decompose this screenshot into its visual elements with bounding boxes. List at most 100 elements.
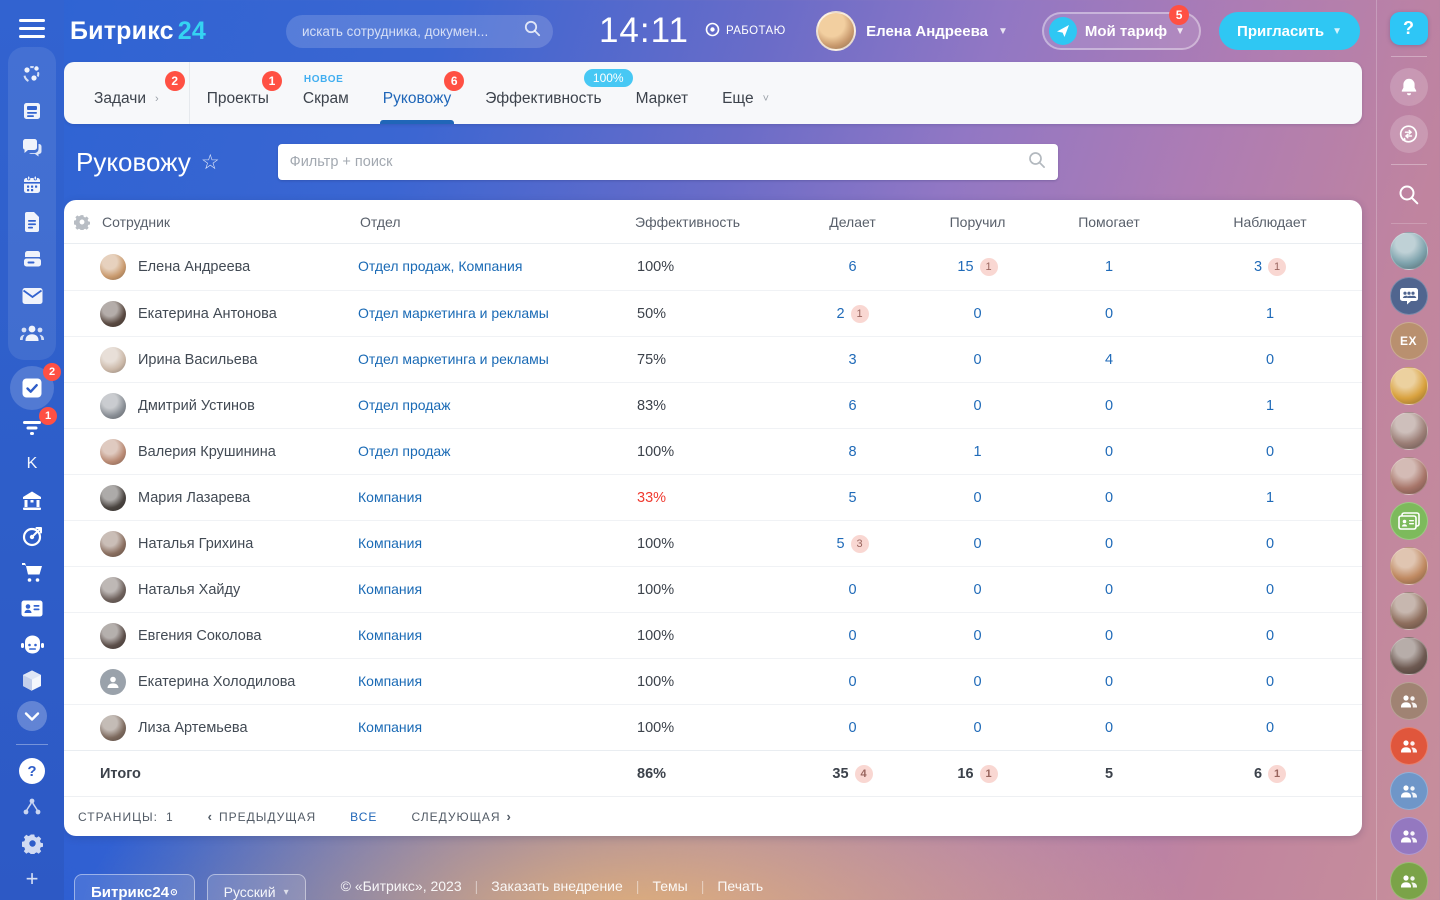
helps-cell[interactable]: 0 (1040, 306, 1178, 322)
sidebar-item-live-feed[interactable] (14, 57, 50, 91)
department-link[interactable]: Отдел продаж (358, 443, 451, 459)
footer-link-print[interactable]: Печать (704, 878, 776, 894)
footer-link-implementation[interactable]: Заказать внедрение (478, 878, 636, 894)
table-row[interactable]: Екатерина Холодилова Компания 100% 0 0 0… (64, 658, 1362, 704)
department-link[interactable]: Компания (358, 489, 422, 505)
table-settings-gear-icon[interactable] (64, 214, 100, 230)
sidebar-item-apps-cube[interactable] (14, 662, 50, 698)
sidebar-item-tasks[interactable]: 2 (10, 366, 54, 410)
sidebar-item-add[interactable]: + (14, 861, 50, 897)
watches-cell[interactable]: 0 (1178, 444, 1362, 460)
helps-cell[interactable]: 0 (1040, 582, 1178, 598)
col-header-helps[interactable]: Помогает (1040, 214, 1178, 230)
sidebar-item-crm-target[interactable] (14, 518, 50, 554)
rail-group-chat[interactable] (1390, 277, 1428, 315)
logo[interactable]: Битрикс24 (70, 17, 206, 46)
helps-cell[interactable]: 0 (1040, 444, 1178, 460)
menu-icon[interactable] (19, 19, 45, 39)
help-button[interactable]: ? (1390, 12, 1428, 45)
tab-supervise[interactable]: Руковожу6 (366, 62, 468, 124)
does-cell[interactable]: 0 (790, 720, 915, 736)
sidebar-item-k[interactable]: K (14, 446, 50, 482)
sidebar-item-documents[interactable] (14, 205, 50, 239)
helps-cell[interactable]: 0 (1040, 490, 1178, 506)
user-menu[interactable]: Елена Андреева ▼ (816, 11, 1008, 51)
assigned-cell[interactable]: 0 (915, 582, 1040, 598)
sidebar-item-news[interactable] (14, 94, 50, 128)
does-cell[interactable]: 53 (790, 535, 915, 553)
watches-cell[interactable]: 1 (1178, 398, 1362, 414)
tab-tasks[interactable]: Задачи›2 (74, 62, 189, 124)
rail-search-icon[interactable] (1390, 176, 1428, 214)
watches-cell[interactable]: 0 (1178, 628, 1362, 644)
next-page-button[interactable]: СЛЕДУЮЩАЯ› (411, 809, 511, 824)
table-row[interactable]: Мария Лазарева Компания 33% 5 0 0 1 (64, 474, 1362, 520)
tariff-button[interactable]: Мой тариф ▼ 5 (1042, 12, 1201, 50)
work-status[interactable]: РАБОТАЮ (705, 22, 786, 40)
department-link[interactable]: Отдел продаж (358, 397, 451, 413)
messenger-icon[interactable] (1390, 115, 1428, 153)
filter-search-input[interactable] (290, 154, 1028, 170)
watches-cell[interactable]: 0 (1178, 720, 1362, 736)
page-number[interactable]: 1 (166, 810, 174, 824)
department-link[interactable]: Компания (358, 581, 422, 597)
department-link[interactable]: Отдел продаж, Компания (358, 258, 522, 274)
footer-brand-button[interactable]: Битрикс24⊙ (74, 874, 195, 900)
assigned-cell[interactable]: 1 (915, 444, 1040, 460)
rail-extranet[interactable]: EX (1390, 322, 1428, 360)
footer-link-themes[interactable]: Темы (639, 878, 700, 894)
helps-cell[interactable]: 1 (1040, 259, 1178, 275)
rail-chat-purple[interactable] (1390, 817, 1428, 855)
assigned-cell[interactable]: 0 (915, 674, 1040, 690)
table-row[interactable]: Лиза Артемьева Компания 100% 0 0 0 0 (64, 704, 1362, 750)
sidebar-item-more[interactable] (14, 698, 50, 734)
notifications-bell-icon[interactable] (1390, 68, 1428, 106)
rail-avatar-5[interactable] (1390, 547, 1428, 585)
table-row[interactable]: Наталья Хайду Компания 100% 0 0 0 0 (64, 566, 1362, 612)
col-header-assigned[interactable]: Поручил (915, 214, 1040, 230)
watches-cell[interactable]: 31 (1178, 258, 1362, 276)
does-cell[interactable]: 0 (790, 674, 915, 690)
table-row[interactable]: Валерия Крушинина Отдел продаж 100% 8 1 … (64, 428, 1362, 474)
sidebar-item-messenger[interactable] (14, 131, 50, 165)
watches-cell[interactable]: 0 (1178, 582, 1362, 598)
tab-more[interactable]: Еще˅ (705, 62, 786, 124)
rail-avatar-4[interactable] (1390, 457, 1428, 495)
department-link[interactable]: Отдел маркетинга и рекламы (358, 305, 549, 321)
watches-cell[interactable]: 1 (1178, 306, 1362, 322)
tab-efficiency[interactable]: Эффективность100% (468, 62, 618, 124)
rail-chat-red[interactable] (1390, 727, 1428, 765)
tab-market[interactable]: Маркет (619, 62, 706, 124)
col-header-efficiency[interactable]: Эффективность (633, 214, 790, 230)
sidebar-item-shop[interactable] (14, 554, 50, 590)
rail-avatar-1[interactable] (1390, 232, 1428, 270)
rail-contact[interactable] (1390, 502, 1428, 540)
sidebar-item-crm[interactable]: 1 (14, 410, 50, 446)
rail-avatar-7[interactable] (1390, 637, 1428, 675)
assigned-cell[interactable]: 0 (915, 398, 1040, 414)
all-pages-button[interactable]: ВСЕ (350, 810, 377, 824)
does-cell[interactable]: 6 (790, 259, 915, 275)
col-header-does[interactable]: Делает (790, 214, 915, 230)
helps-cell[interactable]: 0 (1040, 720, 1178, 736)
department-link[interactable]: Компания (358, 673, 422, 689)
helps-cell[interactable]: 0 (1040, 628, 1178, 644)
assigned-cell[interactable]: 0 (915, 490, 1040, 506)
language-selector[interactable]: Русский▾ (207, 874, 306, 900)
sidebar-item-market[interactable] (14, 482, 50, 518)
prev-page-button[interactable]: ‹ПРЕДЫДУЩАЯ (208, 809, 317, 824)
helps-cell[interactable]: 4 (1040, 352, 1178, 368)
table-row[interactable]: Дмитрий Устинов Отдел продаж 83% 6 0 0 1 (64, 382, 1362, 428)
sidebar-item-calendar[interactable] (14, 168, 50, 202)
rail-avatar-6[interactable] (1390, 592, 1428, 630)
does-cell[interactable]: 8 (790, 444, 915, 460)
does-cell[interactable]: 5 (790, 490, 915, 506)
sidebar-item-ai-bot[interactable] (14, 626, 50, 662)
col-header-employee[interactable]: Сотрудник (100, 214, 358, 230)
sidebar-item-drive[interactable] (14, 242, 50, 276)
helps-cell[interactable]: 0 (1040, 398, 1178, 414)
global-search-input[interactable] (302, 24, 524, 39)
does-cell[interactable]: 3 (790, 352, 915, 368)
assigned-cell[interactable]: 0 (915, 628, 1040, 644)
assigned-cell[interactable]: 0 (915, 306, 1040, 322)
